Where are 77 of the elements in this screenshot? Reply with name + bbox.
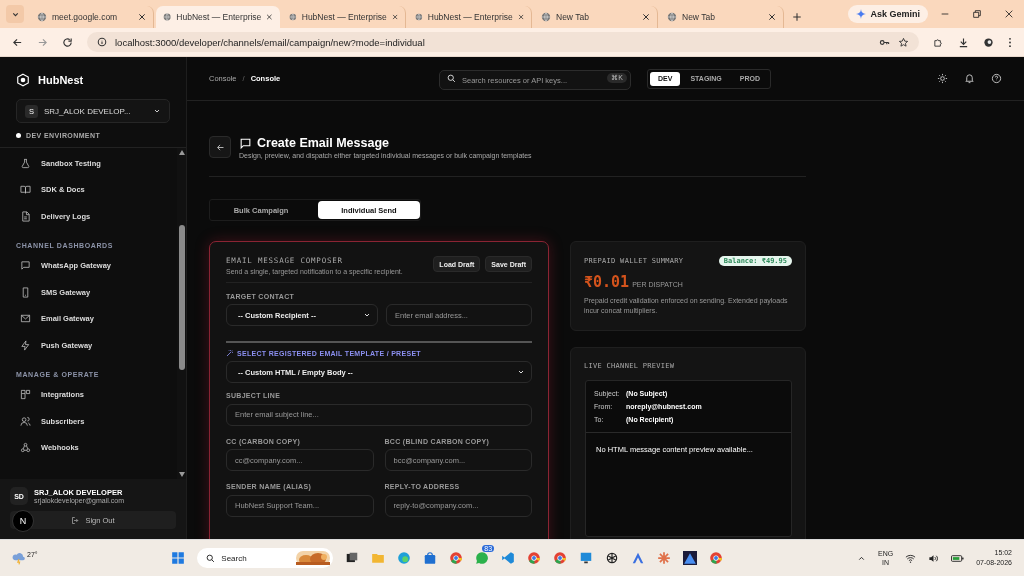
scrollbar[interactable]: [177, 148, 186, 479]
globe-icon: [37, 12, 47, 22]
menu-icon[interactable]: [1008, 36, 1012, 48]
sparkle-icon: [856, 9, 867, 19]
back-arrow-icon: [215, 142, 225, 152]
bolt-icon: [20, 339, 31, 351]
book-icon: [20, 184, 31, 196]
browser-icon[interactable]: [553, 551, 568, 565]
price-value: ₹0.01: [584, 273, 630, 291]
close-icon[interactable]: [138, 13, 146, 21]
back-button[interactable]: [209, 136, 231, 158]
browser-icon[interactable]: [527, 551, 542, 565]
browser-icon[interactable]: [449, 551, 464, 565]
scroll-down-icon[interactable]: [178, 472, 185, 477]
close-icon[interactable]: [768, 13, 776, 21]
asterisk-icon[interactable]: [657, 551, 672, 565]
search-icon: [447, 74, 456, 83]
globe-icon: [163, 12, 172, 22]
info-icon[interactable]: [97, 37, 107, 47]
wifi-icon[interactable]: [905, 552, 917, 564]
new-tab-icon[interactable]: [792, 12, 802, 22]
bell-icon[interactable]: [964, 73, 975, 84]
ask-gemini-button[interactable]: Ask Gemini: [848, 5, 928, 23]
scroll-up-icon[interactable]: [178, 150, 185, 155]
brand-name: HubNest: [38, 74, 84, 86]
chevron-down-icon: [363, 311, 371, 319]
download-icon[interactable]: [958, 36, 969, 48]
close-icon[interactable]: [517, 13, 524, 21]
star-icon[interactable]: [898, 36, 909, 48]
help-icon[interactable]: [991, 73, 1002, 84]
sun-icon[interactable]: [937, 73, 948, 84]
blocks-icon: [20, 389, 31, 401]
globe-icon: [289, 12, 297, 22]
hexagon-logo-icon: [16, 73, 30, 87]
code-editor-icon[interactable]: [501, 551, 516, 565]
document-icon: [20, 210, 31, 222]
status-dot-icon: [16, 133, 21, 138]
back-icon[interactable]: [12, 36, 23, 48]
magic-wand-icon: [226, 349, 234, 357]
reload-icon[interactable]: [62, 36, 73, 48]
envelope-icon: [20, 313, 31, 325]
globe-icon: [667, 12, 677, 22]
puzzle-icon[interactable]: [933, 36, 944, 48]
mountain-icon[interactable]: [683, 551, 698, 565]
globe-icon: [415, 12, 423, 22]
search-icon: [206, 553, 216, 563]
sign-out-icon: [71, 515, 81, 525]
battery-icon[interactable]: [951, 552, 965, 564]
flask-icon: [20, 157, 31, 169]
chevron-down-icon: [153, 107, 161, 115]
users-icon: [20, 415, 31, 427]
close-icon[interactable]: [391, 13, 398, 21]
task-view-icon[interactable]: [345, 551, 360, 565]
profile-icon[interactable]: [983, 36, 994, 48]
chevron-down-icon: [517, 368, 525, 376]
close-icon[interactable]: [1004, 9, 1014, 19]
address-bar[interactable]: localhost:3000/developer/channels/email/campaign/new?mode=individual: [87, 32, 919, 52]
globe-icon: [541, 12, 551, 22]
chat-icon: [20, 260, 31, 272]
restore-icon[interactable]: [972, 9, 982, 19]
taskbar-search[interactable]: Search: [197, 548, 334, 568]
browser-icon[interactable]: [709, 551, 724, 565]
monitor-icon[interactable]: [579, 551, 594, 565]
page-title: Create Email Message: [257, 136, 389, 150]
nodes-icon: [20, 442, 31, 454]
chat-bubble-icon[interactable]: [475, 551, 490, 565]
windows-start-icon[interactable]: [171, 551, 186, 565]
close-icon[interactable]: [642, 13, 650, 21]
close-icon[interactable]: [266, 13, 273, 21]
dev-tools-badge[interactable]: N: [12, 510, 34, 532]
shopping-bag-icon[interactable]: [423, 551, 438, 565]
phone-icon: [20, 286, 31, 298]
speaker-icon[interactable]: [928, 552, 940, 564]
chat-icon: [239, 136, 252, 150]
triangle-icon[interactable]: [631, 551, 646, 565]
url-text: localhost:3000/developer/channels/email/campaign/new?mode=individual: [115, 36, 425, 48]
browser-tab[interactable]: HubNest — Enterprise: [156, 6, 280, 28]
